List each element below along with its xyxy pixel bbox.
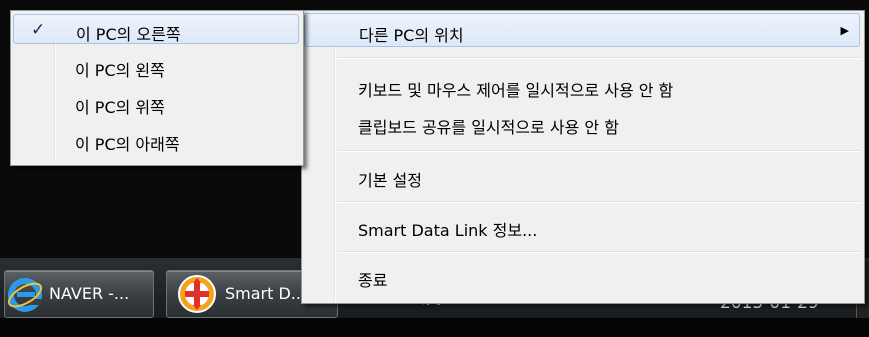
context-menu: 다른 PC의 위치 ▶ 키보드 및 마우스 제어를 일시적으로 사용 안 함 클… (301, 10, 865, 304)
menu-item-about[interactable]: Smart Data Link 정보... (304, 209, 860, 243)
menu-separator (338, 201, 860, 203)
menu-item-label: 키보드 및 마우스 제어를 일시적으로 사용 안 함 (358, 81, 674, 100)
menu-item-disable-clipboard[interactable]: 클립보드 공유를 일시적으로 사용 안 함 (304, 106, 860, 140)
menu-separator (338, 251, 860, 253)
menu-item-label: Smart Data Link 정보... (358, 221, 538, 240)
menu-item-other-pc-position[interactable]: 다른 PC의 위치 ▶ (304, 13, 860, 47)
menu-item-disable-keyboard-mouse[interactable]: 키보드 및 마우스 제어를 일시적으로 사용 안 함 (304, 69, 860, 103)
submenu-item-left[interactable]: 이 PC의 왼쪽 (13, 51, 299, 81)
submenu-item-bottom[interactable]: 이 PC의 아래쪽 (13, 125, 299, 155)
submenu-item-label: 이 PC의 왼쪽 (75, 61, 165, 80)
menu-item-label: 클립보드 공유를 일시적으로 사용 안 함 (358, 118, 619, 137)
submenu-item-label: 이 PC의 아래쪽 (75, 135, 180, 154)
menu-item-label: 종료 (358, 271, 388, 290)
menu-separator (338, 150, 860, 152)
taskbar-edge (0, 318, 869, 337)
checkmark-icon: ✓ (31, 20, 46, 40)
internet-explorer-icon (7, 278, 43, 312)
menu-item-label: 다른 PC의 위치 (359, 26, 464, 45)
taskbar-button-naver[interactable]: NAVER -... (4, 270, 154, 318)
menu-item-preferences[interactable]: 기본 설정 (304, 159, 860, 193)
menu-gutter (334, 13, 336, 301)
submenu-item-right[interactable]: ✓ 이 PC의 오른쪽 (13, 14, 299, 44)
taskbar-button-label: NAVER -... (49, 284, 130, 303)
position-submenu: ✓ 이 PC의 오른쪽 이 PC의 왼쪽 이 PC의 위쪽 이 PC의 아래쪽 (10, 10, 304, 166)
submenu-item-top[interactable]: 이 PC의 위쪽 (13, 88, 299, 118)
menu-item-exit[interactable]: 종료 (304, 259, 860, 293)
submenu-arrow-icon: ▶ (840, 24, 849, 37)
submenu-item-label: 이 PC의 오른쪽 (76, 25, 181, 44)
menu-item-label: 기본 설정 (358, 171, 422, 190)
taskbar-button-label: Smart D... (225, 284, 307, 303)
smart-data-link-icon (178, 275, 216, 313)
menu-separator (338, 57, 860, 59)
submenu-item-label: 이 PC의 위쪽 (75, 98, 165, 117)
